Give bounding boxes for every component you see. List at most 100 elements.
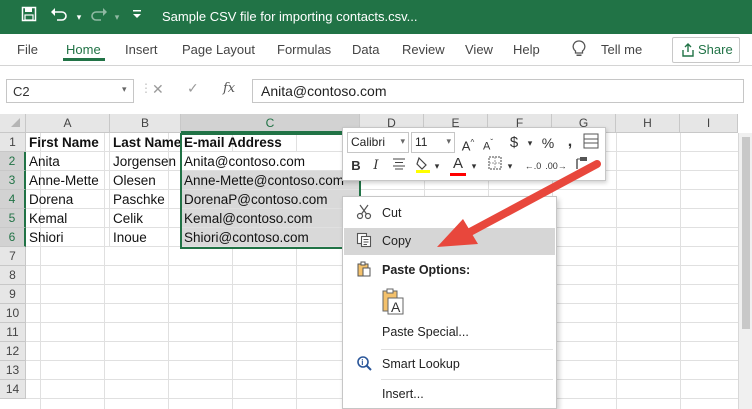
- cell-b4[interactable]: Paschke: [110, 190, 181, 209]
- cell-c1[interactable]: E-mail Address: [181, 133, 360, 152]
- undo-icon[interactable]: [48, 6, 70, 28]
- comma-style-icon[interactable]: ,: [563, 132, 577, 152]
- tab-file[interactable]: File: [17, 42, 38, 57]
- cell-c3[interactable]: Anne-Mette@contoso.com: [181, 171, 360, 190]
- cell-b5[interactable]: Celik: [110, 209, 181, 228]
- menu-item-paste-special[interactable]: Paste Special...: [344, 319, 555, 346]
- font-color-icon[interactable]: A: [449, 154, 467, 176]
- tab-data[interactable]: Data: [352, 42, 379, 57]
- italic-button[interactable]: I: [367, 156, 385, 176]
- row-header[interactable]: 12: [0, 342, 26, 361]
- cell-a6[interactable]: Shiori: [26, 228, 110, 247]
- share-icon: [681, 43, 695, 62]
- paste-values-icon[interactable]: A: [381, 288, 405, 316]
- accounting-format-icon[interactable]: $: [503, 133, 525, 153]
- enter-icon[interactable]: ✓: [187, 80, 199, 97]
- row-header[interactable]: 2: [0, 152, 26, 171]
- cancel-icon[interactable]: ✕: [152, 81, 164, 98]
- cell-a2[interactable]: Anita: [26, 152, 110, 171]
- cell-a1[interactable]: First Name: [26, 133, 110, 152]
- cell-a4[interactable]: Dorena: [26, 190, 110, 209]
- row-header[interactable]: 13: [0, 361, 26, 380]
- cell-c2[interactable]: Anita@contoso.com: [181, 152, 360, 171]
- align-center-icon[interactable]: [389, 156, 409, 176]
- font-size: 11: [415, 135, 428, 149]
- row-header[interactable]: 14: [0, 380, 26, 399]
- fill-color-dropdown-icon[interactable]: ▾: [432, 156, 442, 176]
- cell-b1[interactable]: Last Name: [110, 133, 181, 152]
- tab-formulas[interactable]: Formulas: [277, 42, 331, 57]
- formula-input[interactable]: Anita@contoso.com: [252, 79, 744, 103]
- percent-style-icon[interactable]: %: [539, 133, 557, 153]
- row-header[interactable]: 10: [0, 304, 26, 323]
- share-button[interactable]: Share: [672, 37, 740, 63]
- menu-item-copy[interactable]: Copy: [344, 228, 555, 255]
- font-size-box[interactable]: 11 ▾: [411, 132, 455, 153]
- menu-item-cut[interactable]: Cut: [344, 200, 555, 227]
- increase-font-size-icon[interactable]: A^: [459, 133, 477, 153]
- save-icon[interactable]: [18, 6, 40, 28]
- menu-label-copy: Copy: [382, 234, 412, 248]
- clipboard-icon: [355, 261, 373, 279]
- row-header[interactable]: 7: [0, 247, 26, 266]
- cell-a3[interactable]: Anne-Mette: [26, 171, 110, 190]
- row-header[interactable]: 1: [0, 133, 26, 152]
- row-header[interactable]: 3: [0, 171, 26, 190]
- font-name-box[interactable]: Calibri ▾: [347, 132, 409, 153]
- font-color-dropdown-icon[interactable]: ▾: [469, 156, 479, 176]
- ribbon-tabs: File Home Insert Page Layout Formulas Da…: [0, 34, 752, 66]
- tab-review[interactable]: Review: [402, 42, 445, 57]
- fill-color-icon[interactable]: [413, 156, 433, 176]
- cell-b6[interactable]: Inoue: [110, 228, 181, 247]
- menu-item-insert[interactable]: Insert...: [344, 381, 555, 408]
- tab-view[interactable]: View: [465, 42, 493, 57]
- menu-separator: [381, 379, 553, 380]
- format-painter-icon[interactable]: [571, 156, 591, 176]
- redo-dropdown-icon[interactable]: ▾: [106, 6, 128, 28]
- tell-me-search[interactable]: Tell me: [601, 42, 642, 57]
- row-header[interactable]: 6: [0, 228, 26, 247]
- decrease-font-size-icon[interactable]: Aˇ: [479, 133, 497, 153]
- menu-item-smart-lookup[interactable]: i Smart Lookup: [344, 351, 555, 378]
- cell-c4[interactable]: DorenaP@contoso.com: [181, 190, 360, 209]
- select-all-corner[interactable]: [0, 114, 26, 133]
- cell-c6[interactable]: Shiori@contoso.com: [181, 228, 360, 247]
- lightbulb-icon[interactable]: [572, 40, 586, 61]
- column-header-h[interactable]: H: [616, 114, 680, 133]
- row-header[interactable]: 4: [0, 190, 26, 209]
- row-header[interactable]: 11: [0, 323, 26, 342]
- column-header-a[interactable]: A: [26, 114, 110, 133]
- cell-a5[interactable]: Kemal: [26, 209, 110, 228]
- row-header[interactable]: 5: [0, 209, 26, 228]
- tab-insert[interactable]: Insert: [125, 42, 158, 57]
- name-box[interactable]: C2: [6, 79, 134, 103]
- name-box-dropdown-icon[interactable]: ▾: [122, 84, 127, 95]
- svg-text:A: A: [391, 299, 401, 315]
- column-header-b[interactable]: B: [110, 114, 181, 133]
- insert-function-icon[interactable]: fx: [223, 81, 235, 96]
- vertical-scrollbar[interactable]: [738, 133, 752, 409]
- column-header-i[interactable]: I: [680, 114, 738, 133]
- borders-icon[interactable]: [485, 156, 505, 176]
- scrollbar-thumb[interactable]: [742, 137, 750, 329]
- format-painter-table-icon[interactable]: [581, 133, 601, 153]
- customize-toolbar-icon[interactable]: [126, 6, 148, 28]
- font-color-letter: A: [452, 155, 463, 172]
- cell-b2[interactable]: Jorgensen: [110, 152, 181, 171]
- increase-decimal-icon[interactable]: ←.0: [523, 156, 543, 176]
- cell-b3[interactable]: Olesen: [110, 171, 181, 190]
- bold-button[interactable]: B: [347, 156, 365, 176]
- cell-c5[interactable]: Kemal@contoso.com: [181, 209, 360, 228]
- row-header[interactable]: 9: [0, 285, 26, 304]
- row-header[interactable]: 8: [0, 266, 26, 285]
- column-header-c[interactable]: C: [181, 114, 360, 133]
- tab-page-layout[interactable]: Page Layout: [182, 42, 255, 57]
- borders-dropdown-icon[interactable]: ▾: [505, 156, 515, 176]
- menu-label-paste-options: Paste Options:: [382, 263, 471, 277]
- accounting-dropdown-icon[interactable]: ▾: [524, 133, 536, 153]
- tab-home[interactable]: Home: [66, 42, 101, 57]
- smart-lookup-icon: i: [355, 355, 373, 373]
- undo-dropdown-icon[interactable]: ▾: [68, 6, 90, 28]
- tab-help[interactable]: Help: [513, 42, 540, 57]
- decrease-decimal-icon[interactable]: .00→: [545, 156, 567, 176]
